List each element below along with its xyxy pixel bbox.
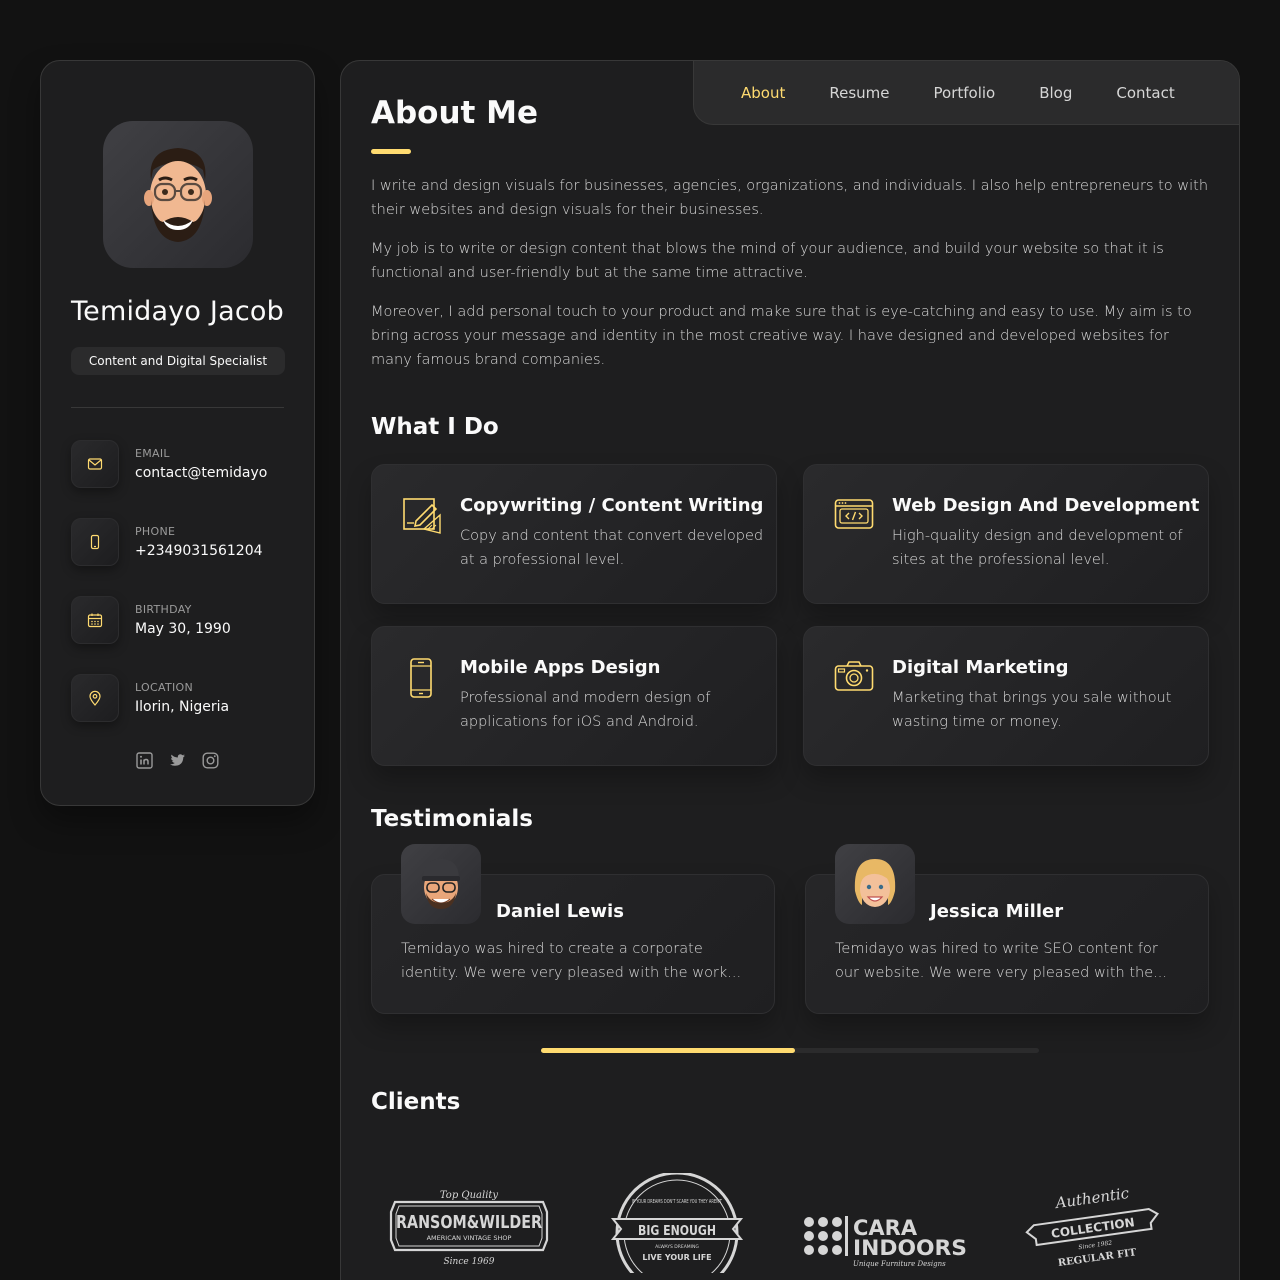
sidebar-separator bbox=[71, 407, 284, 408]
smartphone-icon bbox=[402, 657, 442, 765]
about-paragraph: Moreover, I add personal touch to your p… bbox=[371, 304, 1192, 368]
profile-name: Temidayo Jacob bbox=[71, 296, 284, 327]
nav-link-portfolio[interactable]: Portfolio bbox=[934, 84, 996, 102]
testimonial-text: Temidayo was hired to create a corporate… bbox=[401, 941, 742, 981]
testimonial-avatar bbox=[401, 844, 481, 924]
phone-icon bbox=[71, 518, 119, 566]
title-underline bbox=[371, 149, 411, 154]
contact-email: Email contact@temidayo bbox=[71, 440, 284, 488]
svg-text:LIVE YOUR LIFE: LIVE YOUR LIFE bbox=[642, 1253, 711, 1262]
contact-location: Location Ilorin, Nigeria bbox=[71, 674, 284, 722]
svg-text:Top Quality: Top Quality bbox=[440, 1190, 499, 1201]
svg-text:Unique Furniture Designs: Unique Furniture Designs bbox=[853, 1260, 946, 1268]
service-item: Web Design And Development High-quality … bbox=[803, 464, 1209, 604]
memoji-woman-icon bbox=[854, 859, 896, 907]
service-item: Copywriting / Content Writing Copy and c… bbox=[371, 464, 777, 604]
testimonial-text: Temidayo was hired to write SEO content … bbox=[835, 941, 1167, 981]
service-item: Digital Marketing Marketing that brings … bbox=[803, 626, 1209, 766]
service-item: Mobile Apps Design Professional and mode… bbox=[371, 626, 777, 766]
service-text: Marketing that brings you sale without w… bbox=[892, 690, 1172, 730]
social-links bbox=[71, 752, 284, 769]
svg-text:RANSOM&WILDER: RANSOM&WILDER bbox=[396, 1212, 542, 1233]
linkedin-icon[interactable] bbox=[136, 752, 153, 769]
testimonial-item[interactable]: Jessica Miller Temidayo was hired to wri… bbox=[805, 844, 1209, 1014]
service-text: Professional and modern design of applic… bbox=[460, 690, 711, 730]
contact-location-label: Location bbox=[135, 681, 193, 694]
testimonial-item[interactable]: Daniel Lewis Temidayo was hired to creat… bbox=[371, 844, 775, 1014]
profile-avatar bbox=[102, 121, 253, 268]
testimonials-heading: Testimonials bbox=[371, 806, 533, 832]
contact-phone-value[interactable]: +2349031561204 bbox=[135, 543, 275, 559]
calendar-icon bbox=[71, 596, 119, 644]
twitter-icon[interactable] bbox=[169, 752, 186, 769]
contact-birthday-value: May 30, 1990 bbox=[135, 621, 231, 637]
svg-text:IF YOUR DREAMS DON'T SCARE YOU: IF YOUR DREAMS DON'T SCARE YOU THEY AREN… bbox=[632, 1199, 722, 1205]
contact-phone-label: Phone bbox=[135, 525, 176, 538]
nav-link-about[interactable]: About bbox=[741, 84, 785, 102]
service-title: Copywriting / Content Writing bbox=[460, 495, 764, 516]
client-logo-authentic-collection[interactable]: Authentic COLLECTION Since 1982 REGULAR … bbox=[1009, 1173, 1177, 1273]
nav-link-blog[interactable]: Blog bbox=[1039, 84, 1072, 102]
nav-link-resume[interactable]: Resume bbox=[829, 84, 889, 102]
main-content: About Resume Portfolio Blog Contact Abou… bbox=[340, 60, 1240, 1280]
service-text: Copy and content that convert developed … bbox=[460, 528, 764, 568]
pen-design-icon bbox=[402, 495, 442, 603]
clients-heading: Clients bbox=[371, 1089, 461, 1115]
about-paragraph: My job is to write or design content tha… bbox=[371, 241, 1164, 281]
svg-text:Since 1982: Since 1982 bbox=[1078, 1239, 1113, 1251]
svg-text:BIG ENOUGH: BIG ENOUGH bbox=[638, 1224, 716, 1239]
scrollbar-thumb[interactable] bbox=[541, 1048, 795, 1053]
mail-icon bbox=[71, 440, 119, 488]
camera-icon bbox=[834, 657, 874, 765]
testimonials-scrollbar[interactable] bbox=[541, 1048, 1039, 1053]
profile-sidebar: Temidayo Jacob Content and Digital Speci… bbox=[40, 60, 315, 806]
contact-birthday: Birthday May 30, 1990 bbox=[71, 596, 284, 644]
service-title: Digital Marketing bbox=[892, 657, 1069, 678]
testimonial-name: Jessica Miller bbox=[930, 901, 1064, 922]
contact-location-value: Ilorin, Nigeria bbox=[135, 699, 230, 715]
client-logo-big-enough[interactable]: IF YOUR DREAMS DON'T SCARE YOU THEY AREN… bbox=[593, 1173, 761, 1273]
testimonial-name: Daniel Lewis bbox=[496, 901, 624, 922]
location-pin-icon bbox=[71, 674, 119, 722]
testimonial-avatar bbox=[835, 844, 915, 924]
memoji-avatar-icon bbox=[143, 147, 212, 242]
instagram-icon[interactable] bbox=[202, 752, 219, 769]
about-text: I write and design visuals for businesse… bbox=[371, 174, 1209, 372]
memoji-cap-icon bbox=[422, 859, 460, 909]
services-heading: What I Do bbox=[371, 414, 499, 440]
testimonials-list: Daniel Lewis Temidayo was hired to creat… bbox=[371, 844, 1209, 1014]
svg-text:Authentic: Authentic bbox=[1052, 1184, 1130, 1212]
clients-list: Top Quality RANSOM&WILDER AMERICAN VINTA… bbox=[371, 1173, 1209, 1273]
contact-birthday-label: Birthday bbox=[135, 603, 192, 616]
nav-link-contact[interactable]: Contact bbox=[1116, 84, 1174, 102]
profile-title-badge: Content and Digital Specialist bbox=[71, 347, 285, 375]
contact-email-label: Email bbox=[135, 447, 170, 460]
svg-text:AMERICAN VINTAGE SHOP: AMERICAN VINTAGE SHOP bbox=[427, 1234, 512, 1242]
client-logo-ransom-wilder[interactable]: Top Quality RANSOM&WILDER AMERICAN VINTA… bbox=[385, 1173, 553, 1273]
service-text: High-quality design and development of s… bbox=[892, 528, 1183, 568]
services-list: Copywriting / Content Writing Copy and c… bbox=[371, 464, 1209, 766]
top-navbar: About Resume Portfolio Blog Contact bbox=[693, 61, 1239, 125]
client-logo-cara-indoors[interactable]: CARA INDOORS Unique Furniture Designs bbox=[801, 1173, 969, 1273]
about-paragraph: I write and design visuals for businesse… bbox=[371, 178, 1209, 218]
svg-text:INDOORS: INDOORS bbox=[853, 1236, 967, 1260]
svg-text:ALWAYS DREAMING: ALWAYS DREAMING bbox=[655, 1244, 699, 1250]
contact-email-value[interactable]: contact@temidayo bbox=[135, 465, 275, 481]
contact-phone: Phone +2349031561204 bbox=[71, 518, 284, 566]
code-browser-icon bbox=[834, 495, 874, 603]
service-title: Web Design And Development bbox=[892, 495, 1200, 516]
svg-text:Since 1969: Since 1969 bbox=[444, 1257, 495, 1267]
service-title: Mobile Apps Design bbox=[460, 657, 661, 678]
svg-text:REGULAR FIT: REGULAR FIT bbox=[1057, 1247, 1137, 1269]
